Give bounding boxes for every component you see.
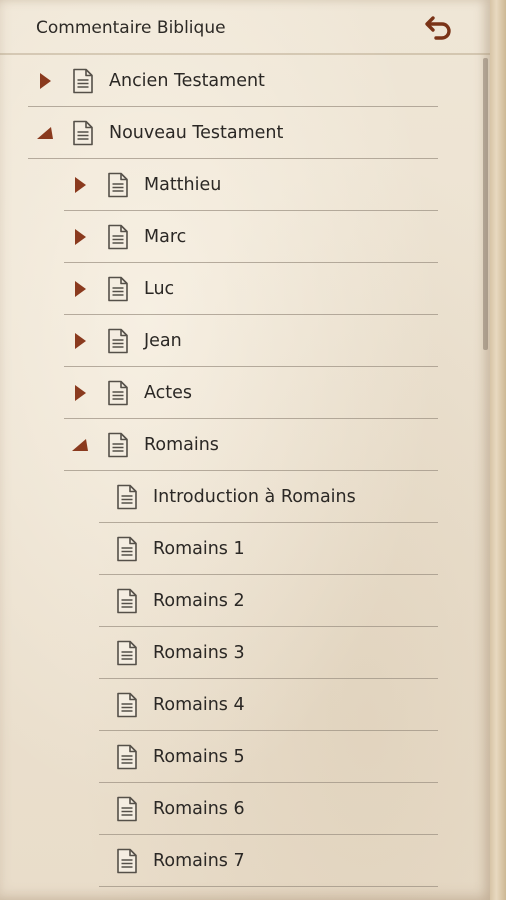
tree-item-introduction-à-romains[interactable]: Introduction à Romains (0, 471, 490, 523)
tree-item-romains-5[interactable]: Romains 5 (0, 731, 490, 783)
document-icon (106, 275, 130, 303)
tree-item-nouveau-testament[interactable]: Nouveau Testament (0, 107, 490, 159)
triangle-right-icon[interactable] (70, 227, 90, 247)
document-icon (115, 587, 139, 615)
tree-item-marc[interactable]: Marc (0, 211, 490, 263)
tree-item-romains-2[interactable]: Romains 2 (0, 575, 490, 627)
tree-item-label: Romains 3 (153, 643, 245, 663)
tree-item-jean[interactable]: Jean (0, 315, 490, 367)
document-icon (115, 535, 139, 563)
tree-item-label: Romains 5 (153, 747, 245, 767)
document-icon (106, 223, 130, 251)
tree-item-label: Introduction à Romains (153, 487, 356, 507)
tree-list: Ancien Testament Nouveau Testament Matth… (0, 55, 490, 887)
undo-arrow-icon (425, 16, 451, 40)
tree-item-romains[interactable]: Romains (0, 419, 490, 471)
row-divider (99, 886, 438, 887)
document-icon (106, 379, 130, 407)
tree-item-label: Matthieu (144, 175, 222, 195)
triangle-right-icon[interactable] (70, 331, 90, 351)
document-icon (106, 171, 130, 199)
document-icon (71, 119, 95, 147)
document-icon (115, 483, 139, 511)
tree-item-actes[interactable]: Actes (0, 367, 490, 419)
triangle-up-icon[interactable] (70, 435, 90, 455)
tree-item-romains-6[interactable]: Romains 6 (0, 783, 490, 835)
page-edge (490, 0, 506, 900)
triangle-right-icon[interactable] (70, 279, 90, 299)
tree-item-ancien-testament[interactable]: Ancien Testament (0, 55, 490, 107)
document-icon (115, 639, 139, 667)
tree-item-label: Jean (144, 331, 182, 351)
header-bar: Commentaire Biblique (0, 0, 490, 56)
tree-item-romains-3[interactable]: Romains 3 (0, 627, 490, 679)
document-icon (115, 691, 139, 719)
document-icon (106, 327, 130, 355)
tree-item-luc[interactable]: Luc (0, 263, 490, 315)
tree-item-label: Actes (144, 383, 193, 403)
tree-item-label: Marc (144, 227, 187, 247)
triangle-up-icon[interactable] (35, 123, 55, 143)
tree-item-label: Luc (144, 279, 175, 299)
tree-item-label: Romains 4 (153, 695, 245, 715)
tree-item-matthieu[interactable]: Matthieu (0, 159, 490, 211)
tree-item-romains-7[interactable]: Romains 7 (0, 835, 490, 887)
document-icon (71, 67, 95, 95)
tree-item-label: Nouveau Testament (109, 123, 284, 143)
document-icon (106, 431, 130, 459)
triangle-right-icon[interactable] (35, 71, 55, 91)
triangle-right-icon[interactable] (70, 175, 90, 195)
document-icon (115, 847, 139, 875)
tree-item-label: Romains 6 (153, 799, 245, 819)
back-button[interactable] (420, 10, 458, 46)
document-icon (115, 743, 139, 771)
tree-item-label: Romains (144, 435, 219, 455)
tree-item-label: Romains 1 (153, 539, 245, 559)
triangle-right-icon[interactable] (70, 383, 90, 403)
tree-item-label: Ancien Testament (109, 71, 265, 91)
tree-item-romains-4[interactable]: Romains 4 (0, 679, 490, 731)
tree-item-label: Romains 2 (153, 591, 245, 611)
document-icon (115, 795, 139, 823)
tree-item-romains-1[interactable]: Romains 1 (0, 523, 490, 575)
tree-item-label: Romains 7 (153, 851, 245, 871)
page-title: Commentaire Biblique (36, 18, 226, 38)
